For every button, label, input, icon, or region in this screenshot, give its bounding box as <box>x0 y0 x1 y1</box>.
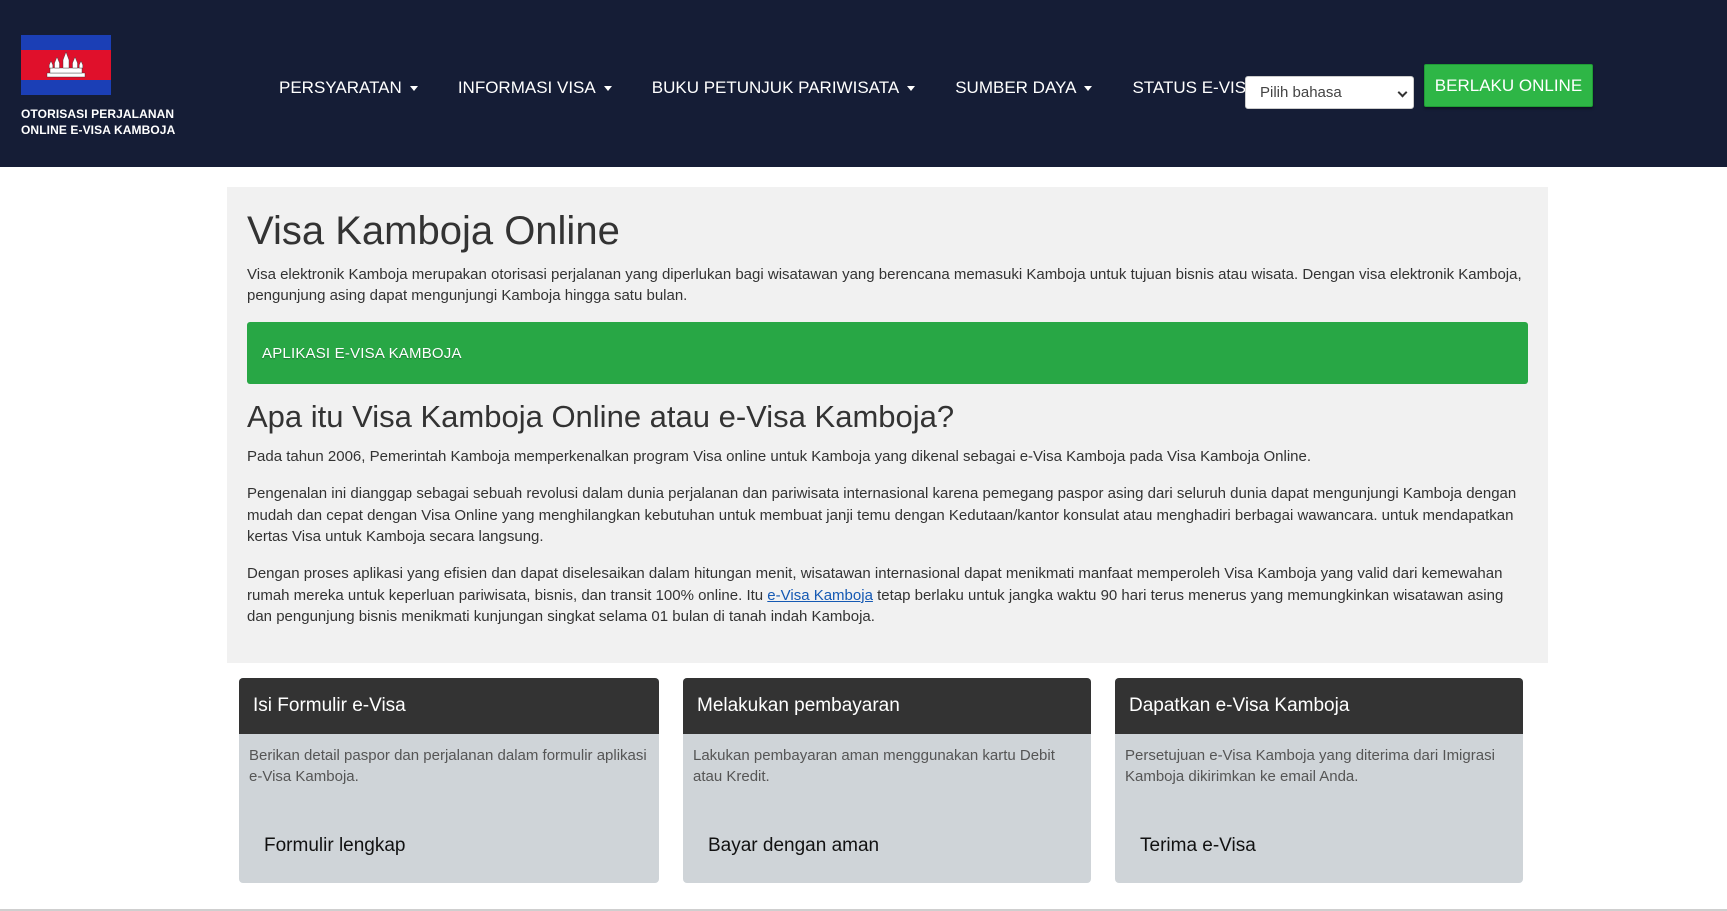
section-title: Apa itu Visa Kamboja Online atau e-Visa … <box>247 399 955 434</box>
pay-securely-link[interactable]: Bayar dengan aman <box>708 835 879 857</box>
card-body: Berikan detail paspor dan perjalanan dal… <box>249 747 647 785</box>
receive-evisa-link[interactable]: Terima e-Visa <box>1140 835 1256 857</box>
intro-text: Visa elektronik Kamboja merupakan otoris… <box>247 266 1522 304</box>
caret-down-icon <box>603 85 612 91</box>
top-navbar: OTORISASI PERJALANAN ONLINE E-VISA KAMBO… <box>0 0 1727 167</box>
nav-item-persyaratan[interactable]: PERSYARATAN <box>279 78 418 98</box>
card-title: Isi Formulir e-Visa <box>239 678 659 734</box>
caret-down-icon <box>1084 85 1093 91</box>
paragraph-3: Dengan proses aplikasi yang efisien dan … <box>247 563 1531 628</box>
nav-label: STATUS E-VISA <box>1132 78 1258 97</box>
step-card-receive: Dapatkan e-Visa Kamboja Persetujuan e-Vi… <box>1115 678 1523 883</box>
apply-online-button[interactable]: BERLAKU ONLINE <box>1424 64 1593 107</box>
card-body: Lakukan pembayaran aman menggunakan kart… <box>693 747 1055 785</box>
nav-label: INFORMASI VISA <box>457 78 596 97</box>
main-content: Visa Kamboja Online Visa elektronik Kamb… <box>227 187 1548 663</box>
page-title: Visa Kamboja Online <box>247 209 620 253</box>
apply-evisa-banner-button[interactable]: APLIKASI E-VISA KAMBOJA <box>247 322 1528 384</box>
nav-label: SUMBER DAYA <box>955 78 1077 97</box>
brand-title: OTORISASI PERJALANAN ONLINE E-VISA KAMBO… <box>21 107 176 137</box>
nav-item-sumber-daya[interactable]: SUMBER DAYA <box>955 78 1093 98</box>
brand[interactable]: OTORISASI PERJALANAN ONLINE E-VISA KAMBO… <box>21 35 191 138</box>
language-select[interactable]: Pilih bahasa <box>1245 76 1414 109</box>
card-body: Persetujuan e-Visa Kamboja yang diterima… <box>1125 747 1495 785</box>
nav-item-informasi-visa[interactable]: INFORMASI VISA <box>458 78 612 98</box>
chevron-down-icon <box>1397 87 1408 98</box>
evisa-kamboja-link[interactable]: e-Visa Kamboja <box>767 587 873 604</box>
main-nav: PERSYARATAN INFORMASI VISA BUKU PETUNJUK… <box>279 78 1297 98</box>
card-title: Melakukan pembayaran <box>683 678 1091 734</box>
caret-down-icon <box>409 85 418 91</box>
language-select-value: Pilih bahasa <box>1260 84 1342 101</box>
nav-label: BUKU PETUNJUK PARIWISATA <box>651 78 900 97</box>
complete-form-link[interactable]: Formulir lengkap <box>264 835 406 857</box>
paragraph-1: Pada tahun 2006, Pemerintah Kamboja memp… <box>247 448 1312 465</box>
step-card-payment: Melakukan pembayaran Lakukan pembayaran … <box>683 678 1091 883</box>
nav-item-buku-petunjuk[interactable]: BUKU PETUNJUK PARIWISATA <box>651 78 916 98</box>
caret-down-icon <box>907 85 916 91</box>
step-card-form: Isi Formulir e-Visa Berikan detail paspo… <box>239 678 659 883</box>
card-title: Dapatkan e-Visa Kamboja <box>1115 678 1523 734</box>
paragraph-2: Pengenalan ini dianggap sebagai sebuah r… <box>247 485 1517 545</box>
nav-label: PERSYARATAN <box>279 78 402 97</box>
cambodia-flag-icon <box>21 35 111 95</box>
nav-item-status-evisa[interactable]: STATUS E-VISA <box>1132 78 1257 98</box>
